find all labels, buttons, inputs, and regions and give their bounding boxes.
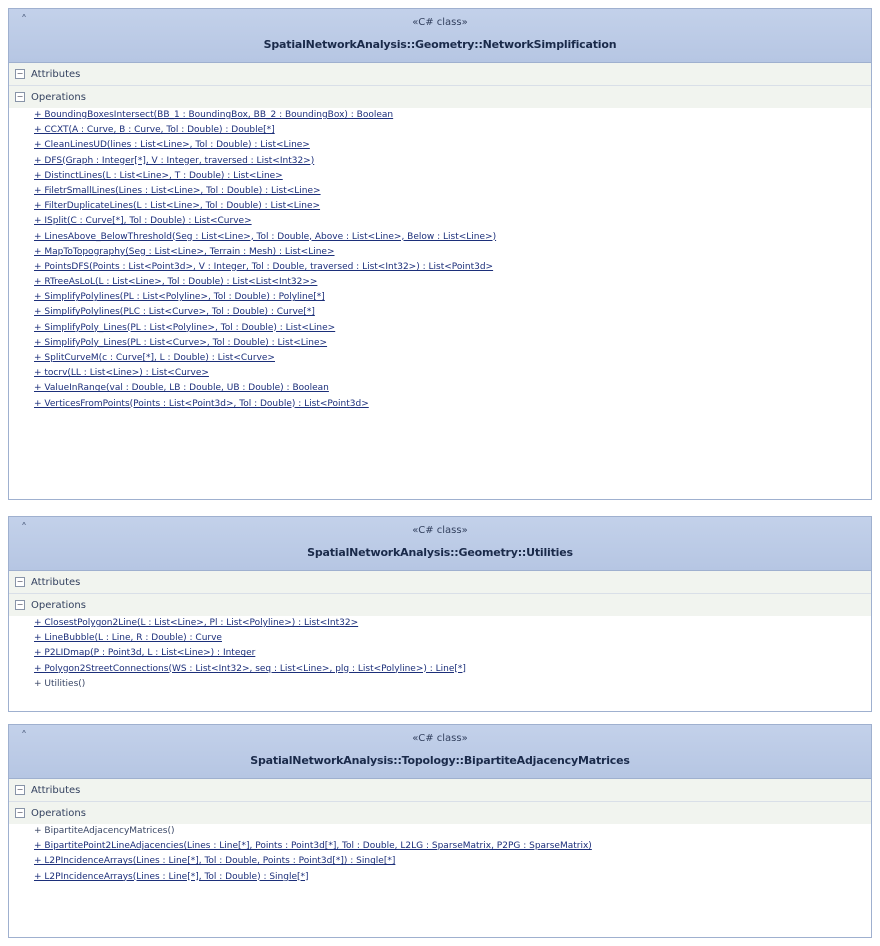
operation-item[interactable]: + Polygon2StreetConnections(WS : List<In…: [9, 662, 871, 677]
operation-item[interactable]: + SimplifyPolylines(PLC : List<Curve>, T…: [9, 305, 871, 320]
operation-item[interactable]: + SimplifyPoly_Lines(PL : List<Curve>, T…: [9, 336, 871, 351]
operation-item[interactable]: + L2PIncidenceArrays(Lines : Line[*], To…: [9, 854, 871, 869]
collapse-toggle-icon[interactable]: −: [15, 785, 25, 795]
operations-label: Operations: [31, 807, 86, 819]
operations-header[interactable]: − Operations: [9, 802, 871, 824]
operation-item[interactable]: + PointsDFS(Points : List<Point3d>, V : …: [9, 260, 871, 275]
operations-header[interactable]: − Operations: [9, 594, 871, 616]
operations-list: + ClosestPolygon2Line(L : List<Line>, Pl…: [9, 616, 871, 696]
collapse-toggle-icon[interactable]: −: [15, 577, 25, 587]
attributes-compartment: − Attributes: [9, 63, 871, 86]
class-header[interactable]: ˄ «C# class» SpatialNetworkAnalysis::Geo…: [9, 9, 871, 63]
attributes-compartment: − Attributes: [9, 571, 871, 594]
operation-item[interactable]: + MapToTopography(Seg : List<Line>, Terr…: [9, 245, 871, 260]
operation-item[interactable]: + SimplifyPolylines(PL : List<Polyline>,…: [9, 290, 871, 305]
class-utilities[interactable]: ˄ «C# class» SpatialNetworkAnalysis::Geo…: [8, 516, 872, 712]
operation-item[interactable]: + SimplifyPoly_Lines(PL : List<Polyline>…: [9, 321, 871, 336]
operation-item[interactable]: + ISplit(C : Curve[*], Tol : Double) : L…: [9, 214, 871, 229]
class-network-simplification[interactable]: ˄ «C# class» SpatialNetworkAnalysis::Geo…: [8, 8, 872, 500]
collapse-toggle-icon[interactable]: −: [15, 69, 25, 79]
operation-item[interactable]: + FilterDuplicateLines(L : List<Line>, T…: [9, 199, 871, 214]
operation-item[interactable]: + Utilities(): [9, 677, 871, 692]
operation-item[interactable]: + RTreeAsLoL(L : List<Line>, Tol : Doubl…: [9, 275, 871, 290]
operations-compartment: − Operations + BipartiteAdjacencyMatrice…: [9, 802, 871, 889]
operations-list: + BipartiteAdjacencyMatrices() + Bipartit…: [9, 824, 871, 889]
operation-item[interactable]: + DFS(Graph : Integer[*], V : Integer, t…: [9, 154, 871, 169]
class-name: SpatialNetworkAnalysis::Geometry::Networ…: [263, 38, 617, 51]
operation-item[interactable]: + ClosestPolygon2Line(L : List<Line>, Pl…: [9, 616, 871, 631]
attributes-label: Attributes: [31, 576, 81, 588]
class-bipartite-adjacency-matrices[interactable]: ˄ «C# class» SpatialNetworkAnalysis::Top…: [8, 724, 872, 938]
class-name: SpatialNetworkAnalysis::Geometry::Utilit…: [307, 546, 573, 559]
operation-item[interactable]: + DistinctLines(L : List<Line>, T : Doub…: [9, 169, 871, 184]
stereotype-label: «C# class»: [412, 17, 468, 28]
operation-item[interactable]: + L2PIncidenceArrays(Lines : Line[*], To…: [9, 870, 871, 885]
collapse-toggle-icon[interactable]: −: [15, 92, 25, 102]
attributes-label: Attributes: [31, 68, 81, 80]
stereotype-label: «C# class»: [412, 525, 468, 536]
collapse-toggle-icon[interactable]: −: [15, 600, 25, 610]
operation-item[interactable]: + SplitCurveM(c : Curve[*], L : Double) …: [9, 351, 871, 366]
operations-list: + BoundingBoxesIntersect(BB_1 : Bounding…: [9, 108, 871, 416]
operations-compartment: − Operations + BoundingBoxesIntersect(BB…: [9, 86, 871, 416]
attributes-header[interactable]: − Attributes: [9, 571, 871, 593]
operations-label: Operations: [31, 599, 86, 611]
operation-item[interactable]: + LinesAbove_BelowThreshold(Seg : List<L…: [9, 230, 871, 245]
operation-item[interactable]: + CleanLinesUD(lines : List<Line>, Tol :…: [9, 138, 871, 153]
operations-label: Operations: [31, 91, 86, 103]
operation-item[interactable]: + BoundingBoxesIntersect(BB_1 : Bounding…: [9, 108, 871, 123]
class-header[interactable]: ˄ «C# class» SpatialNetworkAnalysis::Top…: [9, 725, 871, 779]
operation-item[interactable]: + ValueInRange(val : Double, LB : Double…: [9, 381, 871, 396]
attributes-label: Attributes: [31, 784, 81, 796]
operations-compartment: − Operations + ClosestPolygon2Line(L : L…: [9, 594, 871, 696]
operation-item[interactable]: + BipartiteAdjacencyMatrices(): [9, 824, 871, 839]
collapse-toggle-icon[interactable]: −: [15, 808, 25, 818]
operations-header[interactable]: − Operations: [9, 86, 871, 108]
attributes-header[interactable]: − Attributes: [9, 63, 871, 85]
attributes-header[interactable]: − Attributes: [9, 779, 871, 801]
operation-item[interactable]: + LineBubble(L : Line, R : Double) : Cur…: [9, 631, 871, 646]
operation-item[interactable]: + VerticesFromPoints(Points : List<Point…: [9, 397, 871, 412]
operation-item[interactable]: + tocrv(LL : List<Line>) : List<Curve>: [9, 366, 871, 381]
stereotype-label: «C# class»: [412, 733, 468, 744]
operation-item[interactable]: + CCXT(A : Curve, B : Curve, Tol : Doubl…: [9, 123, 871, 138]
class-name: SpatialNetworkAnalysis::Topology::Bipart…: [250, 754, 630, 767]
operation-item[interactable]: + BipartitePoint2LineAdjacencies(Lines :…: [9, 839, 871, 854]
operation-item[interactable]: + P2LIDmap(P : Point3d, L : List<Line>) …: [9, 646, 871, 661]
class-header[interactable]: ˄ «C# class» SpatialNetworkAnalysis::Geo…: [9, 517, 871, 571]
attributes-compartment: − Attributes: [9, 779, 871, 802]
operation-item[interactable]: + FiletrSmallLines(Lines : List<Line>, T…: [9, 184, 871, 199]
